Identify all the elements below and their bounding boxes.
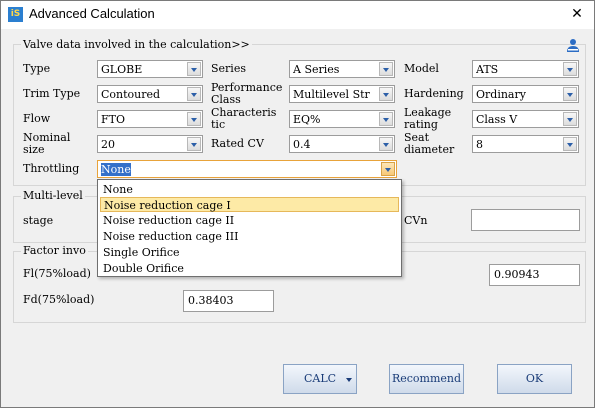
chevron-down-icon[interactable] bbox=[563, 62, 577, 76]
chevron-down-icon[interactable] bbox=[346, 378, 352, 382]
cvn-input[interactable] bbox=[471, 209, 580, 231]
dropdown-option-noise-cage-1[interactable]: Noise reduction cage I bbox=[100, 197, 399, 212]
seat-diameter-select[interactable]: 8 bbox=[472, 135, 579, 153]
calc-button-label: CALC bbox=[303, 372, 337, 385]
hardening-label: Hardening bbox=[404, 87, 464, 100]
series-label: Series bbox=[211, 62, 246, 75]
nominal-size-select[interactable]: 20 bbox=[97, 135, 203, 153]
model-select[interactable]: ATS bbox=[472, 60, 579, 78]
multi-level-legend: Multi-level bbox=[21, 189, 85, 202]
calc-button[interactable]: CALC bbox=[283, 364, 357, 394]
recommend-button[interactable]: Recommend bbox=[389, 364, 464, 394]
chevron-down-icon[interactable] bbox=[187, 87, 201, 101]
fl-label: Fl(75%load) bbox=[23, 267, 91, 280]
throttling-select[interactable]: None bbox=[97, 160, 397, 178]
leakage-rating-label-2: rating bbox=[404, 118, 438, 131]
right-factor-input[interactable]: 0.90943 bbox=[489, 264, 580, 286]
close-icon[interactable]: ✕ bbox=[567, 5, 587, 23]
performance-class-label-2: Class bbox=[211, 93, 241, 106]
nominal-size-label-2: size bbox=[23, 143, 45, 156]
title-bar: iS Advanced Calculation ✕ bbox=[1, 1, 594, 29]
throttling-label: Throttling bbox=[23, 162, 80, 175]
ok-button[interactable]: OK bbox=[497, 364, 572, 394]
nominal-size-label-1: Nominal bbox=[23, 131, 71, 144]
leakage-rating-label-1: Leakage bbox=[404, 106, 452, 119]
window-title: Advanced Calculation bbox=[29, 6, 155, 21]
throttling-dropdown-list: None Noise reduction cage I Noise reduct… bbox=[97, 179, 402, 277]
type-select[interactable]: GLOBE bbox=[97, 60, 203, 78]
characteristic-select[interactable]: EQ% bbox=[289, 110, 395, 128]
chevron-down-icon[interactable] bbox=[187, 137, 201, 151]
leakage-rating-select[interactable]: Class V bbox=[472, 110, 579, 128]
fd-input[interactable]: 0.38403 bbox=[183, 290, 274, 312]
chevron-down-icon[interactable] bbox=[563, 112, 577, 126]
trim-type-label: Trim Type bbox=[23, 87, 81, 100]
chevron-down-icon[interactable] bbox=[563, 87, 577, 101]
cvn-label: CVn bbox=[404, 214, 428, 227]
trim-type-select[interactable]: Contoured bbox=[97, 85, 203, 103]
flow-label: Flow bbox=[23, 112, 51, 125]
hardening-select[interactable]: Ordinary bbox=[472, 85, 579, 103]
dialog-window: iS Advanced Calculation ✕ Valve data inv… bbox=[0, 0, 595, 408]
chevron-down-icon[interactable] bbox=[379, 112, 393, 126]
dropdown-option-noise-cage-2[interactable]: Noise reduction cage II bbox=[100, 213, 399, 228]
throttling-selected-value: None bbox=[101, 163, 131, 176]
chevron-down-icon[interactable] bbox=[379, 62, 393, 76]
characteristic-label-1: Characteris bbox=[211, 106, 277, 119]
stage-label: stage bbox=[23, 214, 54, 227]
performance-class-label-1: Performance bbox=[211, 81, 283, 94]
user-icon[interactable] bbox=[566, 38, 580, 53]
app-icon: iS bbox=[8, 7, 23, 22]
characteristic-label-2: tic bbox=[211, 118, 226, 131]
chevron-down-icon[interactable] bbox=[187, 62, 201, 76]
model-label: Model bbox=[404, 62, 439, 75]
chevron-down-icon[interactable] bbox=[187, 112, 201, 126]
flow-select[interactable]: FTO bbox=[97, 110, 203, 128]
dropdown-option-single-orifice[interactable]: Single Orifice bbox=[100, 245, 399, 260]
seat-diameter-label-2: diameter bbox=[404, 143, 455, 156]
seat-diameter-label-1: Seat bbox=[404, 131, 430, 144]
chevron-down-icon[interactable] bbox=[379, 87, 393, 101]
factor-legend: Factor invo bbox=[21, 244, 88, 257]
dropdown-option-noise-cage-3[interactable]: Noise reduction cage III bbox=[100, 229, 399, 244]
series-select[interactable]: A Series bbox=[289, 60, 395, 78]
type-label: Type bbox=[23, 62, 51, 75]
chevron-down-icon[interactable] bbox=[563, 137, 577, 151]
rated-cv-select[interactable]: 0.4 bbox=[289, 135, 395, 153]
chevron-down-icon[interactable] bbox=[379, 137, 393, 151]
rated-cv-label: Rated CV bbox=[211, 137, 264, 150]
dropdown-option-none[interactable]: None bbox=[100, 182, 399, 197]
fd-label: Fd(75%load) bbox=[23, 293, 95, 306]
valve-data-legend[interactable]: Valve data involved in the calculation>> bbox=[21, 38, 252, 51]
chevron-down-icon[interactable] bbox=[381, 162, 395, 176]
performance-class-select[interactable]: Multilevel Str bbox=[289, 85, 395, 103]
dropdown-option-double-orifice[interactable]: Double Orifice bbox=[100, 261, 399, 276]
